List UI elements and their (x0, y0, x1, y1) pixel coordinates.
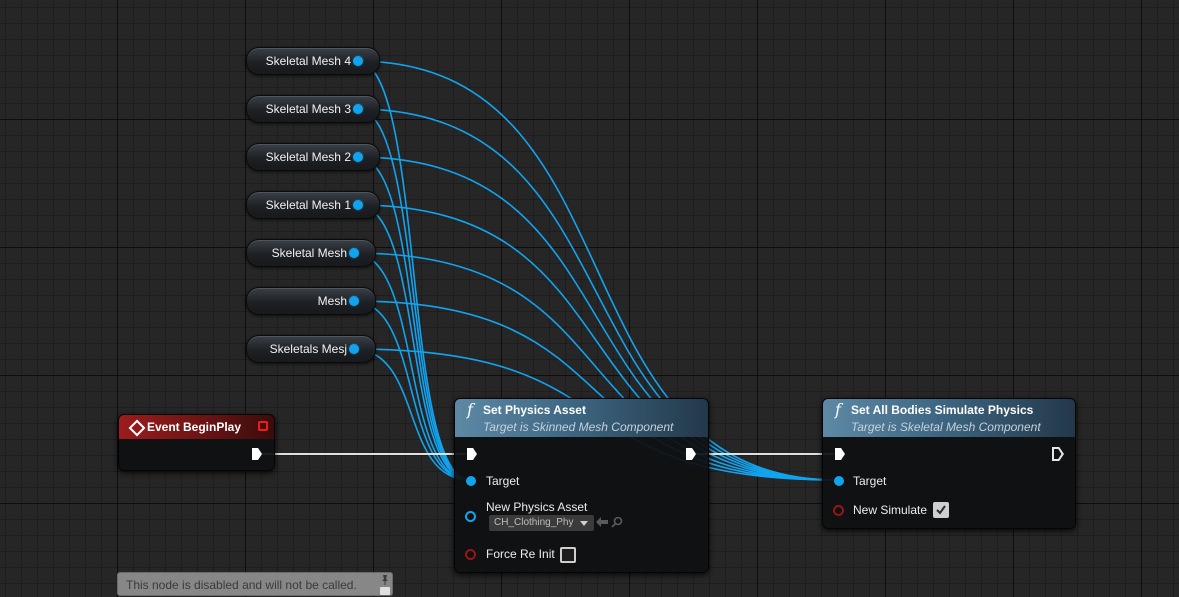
search-icon[interactable] (611, 516, 623, 528)
exec-output-pin[interactable] (1052, 447, 1064, 461)
force-reinit-checkbox[interactable] (560, 547, 576, 563)
event-diamond-icon (128, 419, 146, 437)
target-label: Target (853, 474, 887, 488)
exec-input-pin[interactable] (467, 448, 477, 460)
variable-label: Skeletal Mesh (271, 246, 347, 260)
wire-to-set-physics-asset-target (352, 252, 471, 481)
force-reinit-label: Force Re Init (486, 547, 555, 561)
new-physics-asset-label: New Physics Asset (486, 500, 588, 514)
node-title: Set Physics Asset (483, 403, 586, 417)
disabled-note-text: This node is disabled and will not be ca… (126, 578, 357, 592)
chevron-down-icon[interactable] (580, 521, 588, 526)
use-selected-arrow-icon[interactable] (596, 517, 608, 527)
output-pin[interactable] (349, 344, 359, 354)
checkmark-icon (936, 505, 946, 515)
output-pin[interactable] (353, 152, 363, 162)
target-input-pin[interactable] (466, 476, 476, 486)
new-simulate-checkbox[interactable] (933, 502, 949, 518)
exec-output-pin[interactable] (252, 448, 262, 460)
output-pin[interactable] (349, 296, 359, 306)
node-title: Set All Bodies Simulate Physics (851, 403, 1034, 417)
new-physics-asset-pin[interactable] (465, 511, 476, 522)
variable-label: Skeletal Mesh 1 (265, 198, 351, 212)
variable-label: Mesh (317, 294, 347, 308)
output-pin[interactable] (353, 56, 363, 66)
f-function-icon: f (835, 400, 841, 419)
set-physics-asset-node[interactable]: f Set Physics Asset Target is Skinned Me… (454, 398, 709, 573)
node-subtitle: Target is Skinned Mesh Component (483, 420, 674, 434)
disabled-node-note: This node is disabled and will not be ca… (117, 572, 393, 596)
variable-node-skeletal-mesh-1[interactable]: Skeletal Mesh 1 (246, 191, 380, 219)
wire-to-set-physics-asset-target (352, 300, 471, 481)
delegate-pin-icon[interactable] (258, 421, 268, 431)
variable-label: Skeletal Mesh 2 (265, 150, 351, 164)
node-header: f Set Physics Asset Target is Skinned Me… (455, 399, 708, 437)
variable-node-mesh[interactable]: Mesh (246, 287, 376, 315)
variable-node-skeletal-mesh[interactable]: Skeletal Mesh (246, 239, 376, 267)
node-title: Event BeginPlay (147, 420, 242, 434)
event-beginplay-node[interactable]: Event BeginPlay (118, 414, 275, 471)
exec-input-pin[interactable] (835, 448, 845, 460)
node-header: f Set All Bodies Simulate Physics Target… (823, 399, 1075, 437)
variable-node-skeletal-mesh-3[interactable]: Skeletal Mesh 3 (246, 95, 380, 123)
target-input-pin[interactable] (834, 476, 844, 486)
node-subtitle: Target is Skeletal Mesh Component (851, 420, 1041, 434)
new-simulate-pin[interactable] (833, 505, 844, 516)
variable-node-skeletals-mesj[interactable]: Skeletals Mesj (246, 335, 376, 363)
physics-asset-value: CH_Clothing_Phy (494, 517, 574, 528)
variable-node-skeletal-mesh-4[interactable]: Skeletal Mesh 4 (246, 47, 380, 75)
variable-node-skeletal-mesh-2[interactable]: Skeletal Mesh 2 (246, 143, 380, 171)
output-pin[interactable] (349, 248, 359, 258)
variable-label: Skeletal Mesh 3 (265, 102, 351, 116)
node-header: Event BeginPlay (119, 415, 274, 439)
output-pin[interactable] (353, 200, 363, 210)
force-reinit-pin[interactable] (465, 549, 476, 560)
physics-asset-dropdown[interactable]: CH_Clothing_Phy (489, 515, 594, 531)
wire-to-set-physics-asset-target (352, 348, 471, 481)
variable-label: Skeletals Mesj (269, 342, 347, 356)
variable-label: Skeletal Mesh 4 (265, 54, 351, 68)
new-simulate-label: New Simulate (853, 503, 928, 517)
pushpin-icon[interactable] (380, 575, 390, 585)
note-menu-icon[interactable] (380, 587, 390, 595)
output-pin[interactable] (353, 104, 363, 114)
set-all-bodies-simulate-physics-node[interactable]: f Set All Bodies Simulate Physics Target… (822, 398, 1076, 529)
exec-output-pin[interactable] (686, 448, 696, 460)
f-function-icon: f (467, 400, 473, 419)
target-label: Target (486, 474, 520, 488)
